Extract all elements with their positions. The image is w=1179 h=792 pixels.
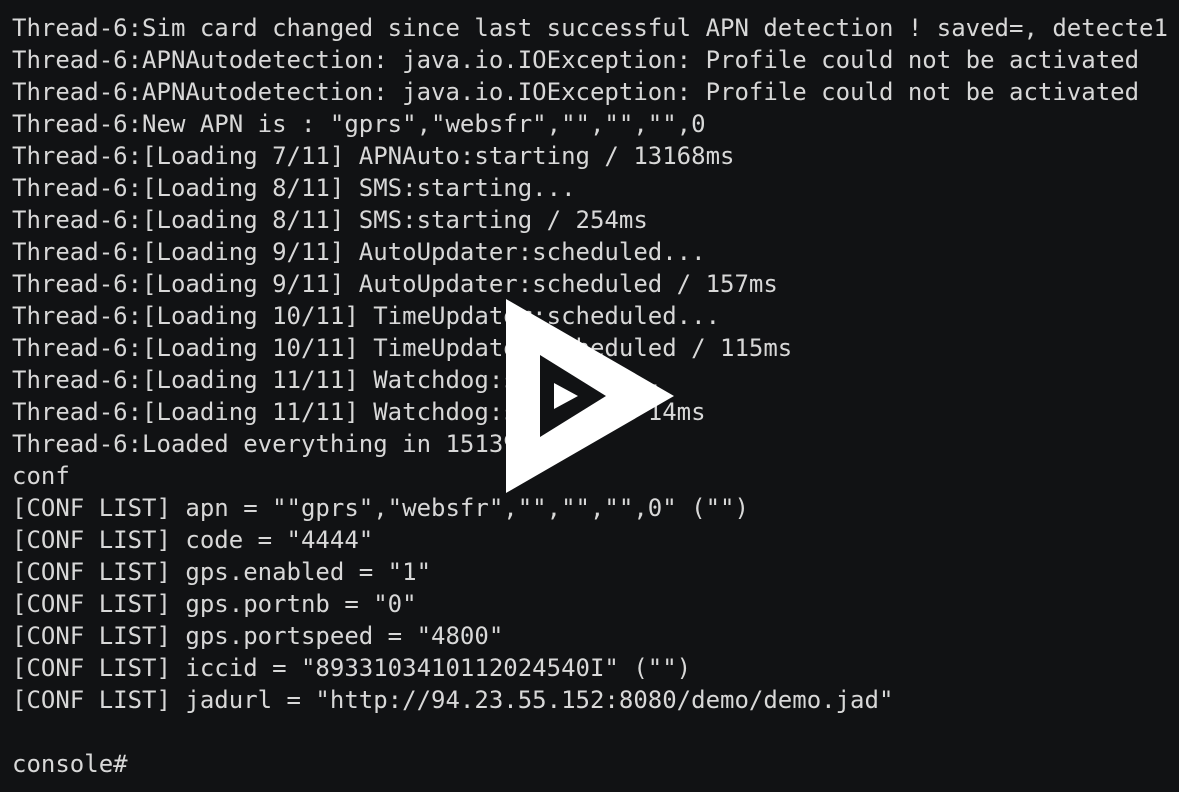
console-prompt[interactable]: console# [12, 748, 1168, 780]
terminal-line: [CONF LIST] code = "4444" [12, 526, 374, 554]
terminal-line: [CONF LIST] gps.portspeed = "4800" [12, 622, 504, 650]
terminal-line: Thread-6:New APN is : "gprs","websfr",""… [12, 110, 706, 138]
terminal-line: Thread-6:[Loading 8/11] SMS:starting... [12, 174, 576, 202]
terminal-line: [CONF LIST] gps.portnb = "0" [12, 590, 417, 618]
terminal-line: Thread-6:[Loading 8/11] SMS:starting / 2… [12, 206, 648, 234]
terminal-line: [CONF LIST] gps.enabled = "1" [12, 558, 432, 586]
terminal-line: [CONF LIST] jadurl = "http://94.23.55.15… [12, 686, 894, 714]
terminal-window[interactable]: Thread-6:Sim card changed since last suc… [0, 0, 1179, 792]
terminal-line: Thread-6:[Loading 7/11] APNAuto:starting… [12, 142, 735, 170]
terminal-line: [CONF LIST] iccid = "8933103410112024540… [12, 654, 692, 682]
terminal-line: Thread-6:APNAutodetection: java.io.IOExc… [12, 78, 1140, 106]
terminal-line: Thread-6:APNAutodetection: java.io.IOExc… [12, 46, 1140, 74]
terminal-line: Thread-6:[Loading 9/11] AutoUpdater:sche… [12, 238, 706, 266]
terminal-line: Thread-6:[Loading 9/11] AutoUpdater:sche… [12, 270, 778, 298]
play-icon[interactable] [506, 299, 674, 493]
terminal-line: Thread-6:Sim card changed since last suc… [12, 14, 1168, 42]
terminal-line: [CONF LIST] apn = ""gprs","websfr","",""… [12, 494, 749, 522]
